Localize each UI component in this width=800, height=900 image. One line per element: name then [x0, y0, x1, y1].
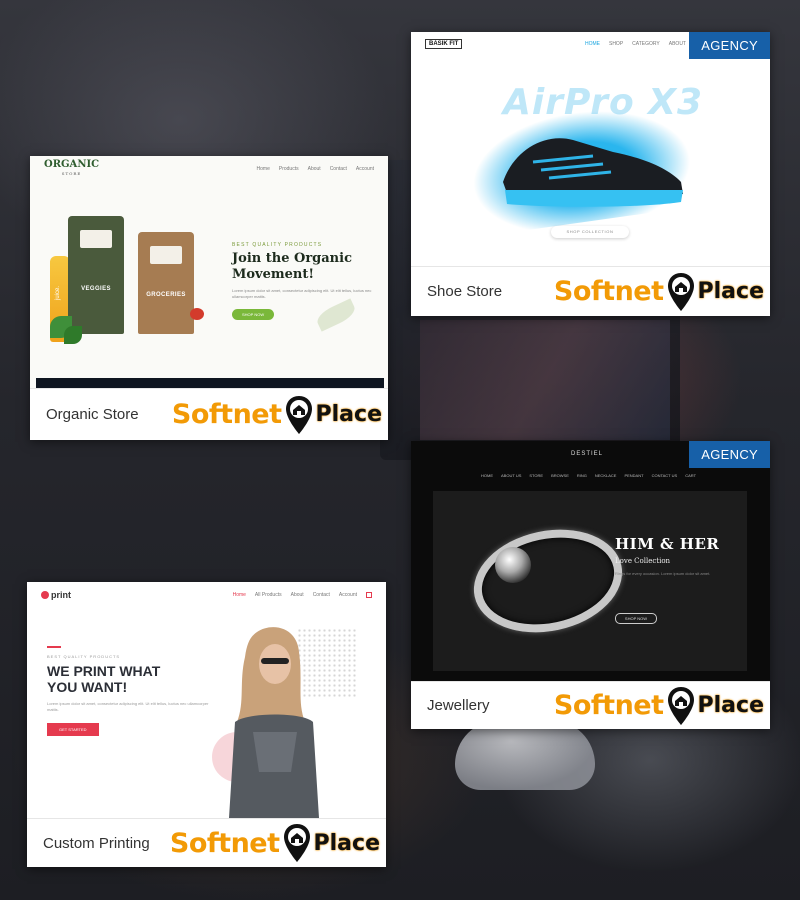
ring-icon	[464, 516, 632, 646]
jewellery-hero-title: HIM & HER	[615, 535, 720, 553]
print-nav-about[interactable]: About	[291, 592, 304, 598]
basil-leaf-icon	[64, 326, 82, 344]
diamond-icon	[495, 547, 531, 583]
organic-store-screenshot: ORGANIC STORE Home Products About Contac…	[30, 156, 388, 388]
softnet-place-logo: Softnet Place	[172, 395, 382, 435]
organic-nav-products[interactable]: Products	[279, 166, 299, 172]
background-screen	[420, 320, 670, 440]
print-nav-account[interactable]: Account	[339, 592, 357, 598]
jewellery-caption-bar: Jewellery Softnet Place	[411, 681, 770, 729]
organic-logo: ORGANIC STORE	[44, 159, 100, 177]
print-hero-text: BEST QUALITY PRODUCTS WE PRINT WHAT YOU …	[47, 648, 217, 736]
organic-hero-title: Join the Organic Movement!	[232, 251, 352, 282]
organic-nav: ORGANIC STORE Home Products About Contac…	[30, 156, 388, 182]
veggies-pouch: VEGGIES	[68, 216, 124, 334]
print-logo: print	[41, 590, 71, 600]
heart-icon	[41, 591, 49, 599]
map-pin-home-icon	[285, 395, 312, 434]
jewellery-caption: Jewellery	[427, 697, 490, 714]
destiel-logo: DESTIEL	[571, 451, 604, 457]
print-hero-title: WE PRINT WHAT YOU WANT!	[47, 663, 161, 695]
map-pin-home-icon	[667, 272, 694, 311]
jewellery-screenshot: DESTIEL HOME ABOUT US STORE BROWSE RING …	[411, 441, 770, 681]
print-nav: print Home All Products About Contact Ac…	[27, 582, 386, 608]
custom-printing-card[interactable]: print Home All Products About Contact Ac…	[27, 582, 386, 867]
jewellery-card[interactable]: DESTIEL HOME ABOUT US STORE BROWSE RING …	[411, 441, 770, 729]
shop-collection-button[interactable]: SHOP COLLECTION	[551, 226, 629, 238]
shoe-nav-home[interactable]: HOME	[585, 41, 600, 47]
organic-nav-home[interactable]: Home	[257, 166, 270, 172]
jewel-nav-home[interactable]: HOME	[481, 473, 493, 478]
softnet-place-logo: Softnet Place	[554, 686, 764, 726]
organic-hero-text: BEST QUALITY PRODUCTS Join the Organic M…	[232, 242, 382, 321]
shoe-nav-category[interactable]: CATEGORY	[632, 41, 660, 47]
organic-nav-about[interactable]: About	[308, 166, 321, 172]
shoe-caption: Shoe Store	[427, 283, 503, 300]
jewellery-hero: HIM & HER Love Collection Rings for ever…	[433, 491, 747, 671]
organic-caption-bar: Organic Store Softnet Place	[30, 388, 388, 440]
shoe-nav-about[interactable]: ABOUT	[669, 41, 686, 47]
jewel-nav-necklace[interactable]: NECKLACE	[595, 473, 617, 478]
map-pin-home-icon	[667, 686, 694, 725]
organic-shop-now-button[interactable]: SHOP NOW	[232, 309, 275, 320]
model-woman-image	[229, 627, 319, 818]
groceries-pouch: GROCERIES	[138, 232, 194, 334]
jewel-nav-about[interactable]: ABOUT US	[501, 473, 521, 478]
jewel-nav-contact[interactable]: CONTACT US	[652, 473, 678, 478]
jewel-nav-browse[interactable]: BROWSE	[551, 473, 569, 478]
print-caption-bar: Custom Printing Softnet Place	[27, 818, 386, 867]
print-caption: Custom Printing	[43, 834, 150, 852]
custom-printing-screenshot: print Home All Products About Contact Ac…	[27, 582, 386, 818]
shoe-store-card[interactable]: BASIK FIT HOME SHOP CATEGORY ABOUT AirPr…	[411, 32, 770, 316]
agency-badge: AGENCY	[689, 441, 770, 468]
jewel-nav-pendant[interactable]: PENDANT	[624, 473, 643, 478]
cart-icon[interactable]	[366, 592, 372, 598]
sneaker-icon	[503, 138, 683, 207]
softnet-place-logo: Softnet Place	[554, 272, 764, 312]
jewel-nav-store[interactable]: STORE	[529, 473, 543, 478]
background-mouse	[455, 720, 595, 790]
jewel-nav-cart[interactable]: CART	[685, 473, 696, 478]
jewellery-shop-now-button[interactable]: SHOP NOW	[615, 613, 657, 624]
organic-nav-contact[interactable]: Contact	[330, 166, 347, 172]
organic-dark-band	[36, 378, 384, 388]
jewel-nav-ring[interactable]: RING	[577, 473, 587, 478]
basikfit-logo: BASIK FIT	[425, 39, 463, 49]
agency-badge: AGENCY	[689, 32, 770, 59]
organic-store-card[interactable]: ORGANIC STORE Home Products About Contac…	[30, 156, 388, 440]
print-nav-home[interactable]: Home	[233, 592, 246, 598]
shoe-nav-shop[interactable]: SHOP	[609, 41, 623, 47]
organic-nav-account[interactable]: Account	[356, 166, 374, 172]
print-nav-contact[interactable]: Contact	[313, 592, 330, 598]
print-nav-products[interactable]: All Products	[255, 592, 282, 598]
tomato-icon	[190, 308, 204, 320]
organic-caption: Organic Store	[46, 406, 139, 423]
get-started-button[interactable]: GET STARTED	[47, 723, 99, 736]
map-pin-home-icon	[283, 824, 310, 862]
shoe-caption-bar: Shoe Store Softnet Place	[411, 266, 770, 316]
shoe-store-screenshot: BASIK FIT HOME SHOP CATEGORY ABOUT AirPr…	[411, 32, 770, 266]
softnet-place-logo: Softnet Place	[170, 823, 380, 863]
